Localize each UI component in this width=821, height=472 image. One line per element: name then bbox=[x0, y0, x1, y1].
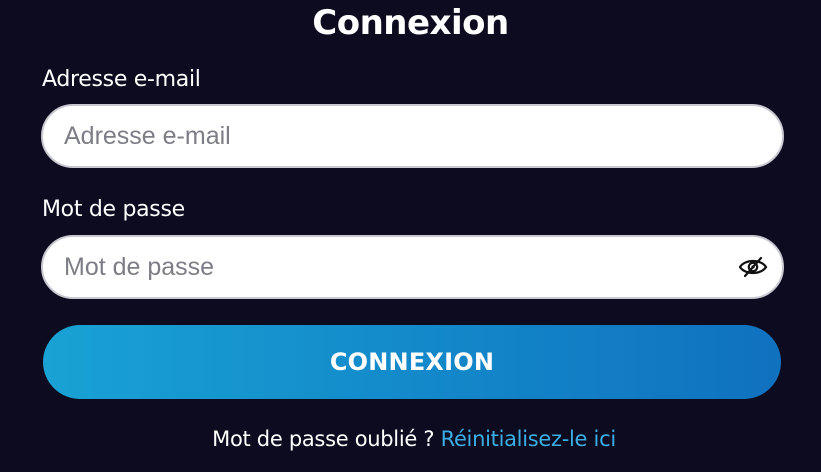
forgot-password-row: Mot de passe oublié ? Réinitialisez-le i… bbox=[0, 425, 821, 453]
login-button[interactable]: CONNEXION bbox=[43, 325, 781, 399]
password-input[interactable] bbox=[43, 237, 738, 297]
password-field-container bbox=[41, 235, 784, 299]
email-label: Adresse e-mail bbox=[42, 67, 201, 92]
reset-password-link[interactable]: Réinitialisez-le ici bbox=[441, 427, 617, 451]
eye-slash-icon[interactable] bbox=[738, 256, 768, 278]
password-label: Mot de passe bbox=[42, 197, 185, 222]
page-title: Connexion bbox=[312, 3, 509, 43]
forgot-password-text: Mot de passe oublié ? bbox=[212, 427, 435, 451]
email-field-container bbox=[41, 104, 784, 168]
email-input[interactable] bbox=[43, 106, 782, 166]
